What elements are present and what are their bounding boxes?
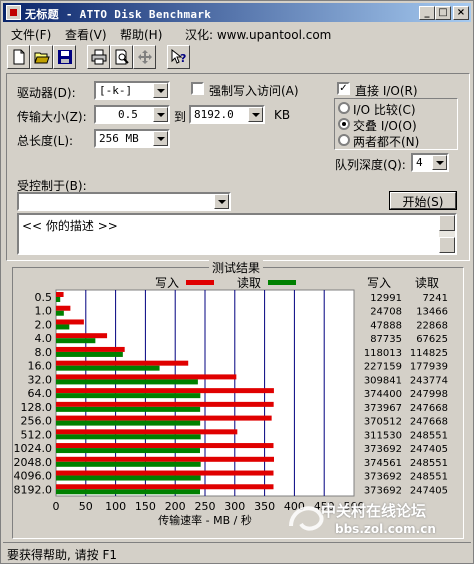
queue-depth-label: 队列深度(Q):	[335, 158, 406, 172]
drive-value: [-k-]	[99, 84, 133, 97]
direct-io-label[interactable]: 直接 I/O(R)	[355, 82, 418, 99]
transfer-from-select[interactable]: 0.5	[94, 105, 170, 124]
status-bar: 要获得帮助, 请按 F1	[3, 542, 471, 562]
queue-depth-select[interactable]: 4	[411, 153, 449, 172]
window-title: 无标题 - ATTO Disk Benchmark	[25, 8, 212, 21]
column-header-write: 写入	[367, 276, 392, 290]
io-compare-radio[interactable]	[338, 102, 350, 114]
chevron-down-icon[interactable]	[153, 131, 168, 146]
overlap-io-label[interactable]: 交叠 I/O(O)	[353, 117, 417, 134]
new-file-icon	[13, 49, 25, 65]
start-button[interactable]: 开始(S)	[390, 192, 456, 209]
transfer-to-select[interactable]: 8192.0	[189, 105, 265, 124]
kb-label: KB	[274, 108, 291, 122]
maximize-button[interactable]: □	[435, 6, 451, 20]
chevron-down-icon[interactable]	[214, 194, 229, 209]
direct-io-checkbox[interactable]: ✓	[337, 82, 350, 95]
print-icon	[91, 49, 107, 65]
menu-help[interactable]: 帮助(H)	[120, 26, 162, 43]
menu-file[interactable]: 文件(F)	[11, 26, 51, 43]
overlap-io-radio[interactable]	[338, 118, 350, 130]
legend-write-swatch	[186, 280, 214, 285]
drive-label: 驱动器(D):	[17, 86, 76, 100]
new-button[interactable]	[7, 45, 30, 69]
menu-localized-credit[interactable]: 汉化: www.upantool.com	[185, 26, 331, 43]
to-label: 到	[174, 110, 187, 124]
status-text: 要获得帮助, 请按 F1	[7, 548, 117, 562]
minimize-button[interactable]: _	[419, 6, 435, 20]
chevron-down-icon[interactable]	[432, 155, 447, 170]
total-length-value: 256 MB	[99, 132, 139, 145]
watermark-url: bbs.zol.com.cn	[335, 522, 436, 536]
description-text: << 你的描述 >>	[22, 219, 118, 233]
chevron-down-icon[interactable]	[153, 107, 168, 122]
neither-radio[interactable]	[338, 134, 350, 146]
legend-write-label: 写入	[155, 276, 180, 290]
scroll-down-icon[interactable]	[439, 237, 455, 253]
move-icon	[138, 50, 152, 64]
svg-text:?: ?	[180, 52, 186, 65]
column-header-read: 读取	[415, 276, 440, 290]
watermark-text: 中关村在线论坛	[321, 502, 427, 520]
context-help-icon: ?	[171, 49, 186, 65]
watermark-logo: 中关村在线论坛 bbs.zol.com.cn	[285, 496, 471, 542]
queue-depth-value: 4	[416, 156, 423, 169]
app-window: 无标题 - ATTO Disk Benchmark _ □ × 文件(F) 查看…	[0, 0, 474, 564]
scroll-up-icon[interactable]	[439, 215, 455, 231]
open-folder-icon	[34, 52, 50, 64]
move-button[interactable]	[133, 45, 156, 69]
controlled-by-select[interactable]	[17, 192, 231, 211]
menu-view[interactable]: 查看(V)	[65, 26, 107, 43]
chevron-down-icon[interactable]	[248, 107, 263, 122]
menu-bar: 文件(F) 查看(V) 帮助(H) 汉化: www.upantool.com	[3, 23, 471, 42]
save-disk-icon	[58, 50, 72, 64]
print-preview-button[interactable]	[110, 45, 133, 69]
total-length-select[interactable]: 256 MB	[94, 129, 170, 148]
neither-label[interactable]: 两者都不(N)	[353, 133, 419, 150]
print-button[interactable]	[87, 45, 110, 69]
transfer-size-label: 传输大小(Z):	[17, 110, 87, 124]
transfer-to-value: 8192.0	[194, 108, 234, 121]
description-scrollbar[interactable]	[439, 215, 455, 253]
legend-read-label: 读取	[237, 276, 262, 290]
drive-select[interactable]: [-k-]	[94, 81, 170, 100]
total-length-label: 总长度(L):	[17, 134, 74, 148]
transfer-from-value: 0.5	[118, 108, 138, 121]
context-help-button[interactable]: ?	[167, 45, 190, 69]
chevron-down-icon[interactable]	[153, 83, 168, 98]
description-textarea[interactable]: << 你的描述 >>	[17, 213, 457, 255]
print-preview-icon	[115, 49, 129, 65]
title-bar[interactable]: 无标题 - ATTO Disk Benchmark _ □ ×	[3, 3, 471, 22]
app-icon[interactable]	[6, 5, 21, 20]
legend-read-swatch	[268, 280, 296, 285]
open-button[interactable]	[30, 45, 53, 69]
force-write-checkbox[interactable]	[191, 82, 204, 95]
io-compare-label[interactable]: I/O 比较(C)	[353, 101, 416, 118]
close-button[interactable]: ×	[453, 6, 469, 20]
save-button[interactable]	[53, 45, 76, 69]
force-write-label[interactable]: 强制写入访问(A)	[209, 82, 299, 99]
